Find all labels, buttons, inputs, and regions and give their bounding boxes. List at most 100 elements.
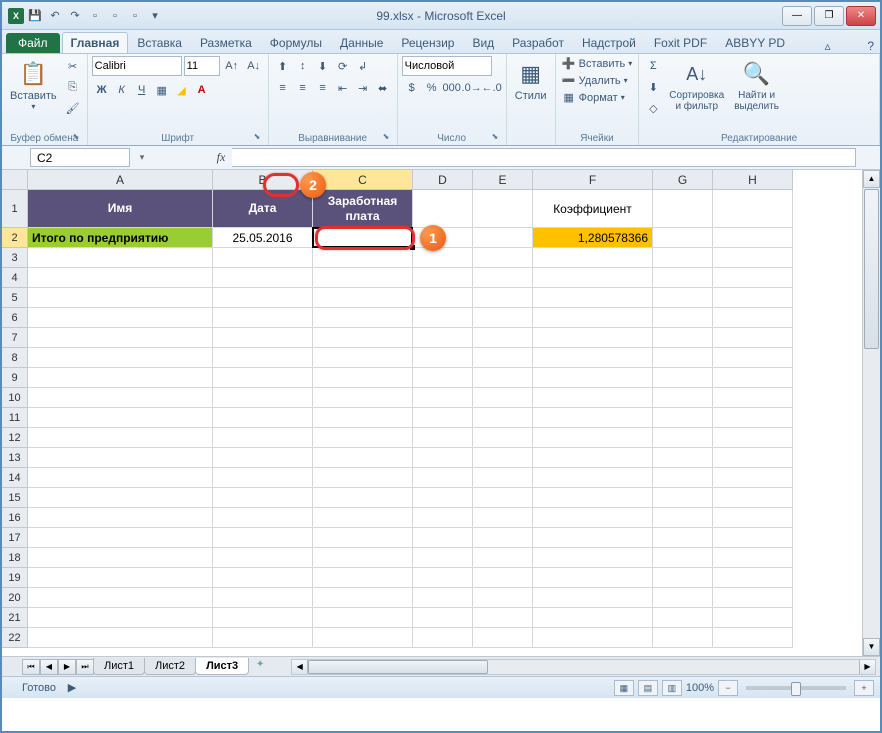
font-color-button[interactable]: A: [192, 80, 212, 100]
cell-H20[interactable]: [713, 588, 793, 608]
cell-A12[interactable]: [28, 428, 213, 448]
cell-D20[interactable]: [413, 588, 473, 608]
dialog-launcher[interactable]: ⬊: [73, 132, 85, 144]
row-header-2[interactable]: 2: [2, 228, 28, 248]
cell-E5[interactable]: [473, 288, 533, 308]
cell-C19[interactable]: [313, 568, 413, 588]
cell-B2[interactable]: 25.05.2016: [213, 228, 313, 248]
cell-H11[interactable]: [713, 408, 793, 428]
cell-D19[interactable]: [413, 568, 473, 588]
cell-D9[interactable]: [413, 368, 473, 388]
cell-D18[interactable]: [413, 548, 473, 568]
styles-button[interactable]: ▦ Стили: [511, 56, 551, 104]
autosum-button[interactable]: Σ: [643, 56, 663, 76]
view-page-layout-button[interactable]: ▤: [638, 680, 658, 696]
cell-H19[interactable]: [713, 568, 793, 588]
cell-B12[interactable]: [213, 428, 313, 448]
sheet-tab[interactable]: Лист1: [93, 658, 145, 675]
clear-button[interactable]: ◇: [643, 98, 663, 118]
cell-B19[interactable]: [213, 568, 313, 588]
cell-D12[interactable]: [413, 428, 473, 448]
sort-filter-button[interactable]: A↓ Сортировка и фильтр: [665, 56, 728, 114]
currency-button[interactable]: $: [402, 78, 422, 98]
cell-G21[interactable]: [653, 608, 713, 628]
cell-B13[interactable]: [213, 448, 313, 468]
cell-A11[interactable]: [28, 408, 213, 428]
column-header-E[interactable]: E: [473, 170, 533, 190]
cell-A2[interactable]: Итого по предприятию: [28, 228, 213, 248]
row-header-15[interactable]: 15: [2, 488, 28, 508]
cell-A16[interactable]: [28, 508, 213, 528]
cells-area[interactable]: ИмяДатаЗаработная платаКоэффициентИтого …: [28, 190, 862, 656]
cell-G11[interactable]: [653, 408, 713, 428]
cell-B1[interactable]: Дата: [213, 190, 313, 228]
insert-function-button[interactable]: fx: [210, 148, 232, 168]
row-header-10[interactable]: 10: [2, 388, 28, 408]
cell-C6[interactable]: [313, 308, 413, 328]
tab-view[interactable]: Вид: [463, 32, 503, 53]
cell-C1[interactable]: Заработная плата: [313, 190, 413, 228]
tab-abbyy[interactable]: ABBYY PD: [716, 32, 794, 53]
cell-H21[interactable]: [713, 608, 793, 628]
increase-decimal-button[interactable]: .0→: [462, 78, 482, 98]
cell-D5[interactable]: [413, 288, 473, 308]
copy-button[interactable]: ⎘: [63, 77, 83, 97]
row-header-1[interactable]: 1: [2, 190, 28, 228]
cell-D1[interactable]: [413, 190, 473, 228]
cell-C22[interactable]: [313, 628, 413, 648]
cell-A20[interactable]: [28, 588, 213, 608]
border-button[interactable]: ▦: [152, 80, 172, 100]
cell-A10[interactable]: [28, 388, 213, 408]
row-header-3[interactable]: 3: [2, 248, 28, 268]
cell-G22[interactable]: [653, 628, 713, 648]
cell-H16[interactable]: [713, 508, 793, 528]
cell-G18[interactable]: [653, 548, 713, 568]
name-box-dropdown[interactable]: ▾: [134, 152, 150, 163]
new-sheet-button[interactable]: ✦: [249, 659, 271, 675]
cut-button[interactable]: ✂: [63, 56, 83, 76]
cell-F19[interactable]: [533, 568, 653, 588]
tab-data[interactable]: Данные: [331, 32, 392, 53]
cell-C12[interactable]: [313, 428, 413, 448]
column-header-D[interactable]: D: [413, 170, 473, 190]
cell-H18[interactable]: [713, 548, 793, 568]
cell-G2[interactable]: [653, 228, 713, 248]
align-right-button[interactable]: ≡: [313, 78, 333, 98]
cell-E2[interactable]: [473, 228, 533, 248]
cell-D14[interactable]: [413, 468, 473, 488]
cell-D4[interactable]: [413, 268, 473, 288]
cell-F18[interactable]: [533, 548, 653, 568]
row-header-7[interactable]: 7: [2, 328, 28, 348]
align-top-button[interactable]: ⬆: [273, 56, 293, 76]
cell-D15[interactable]: [413, 488, 473, 508]
cell-B11[interactable]: [213, 408, 313, 428]
decrease-decimal-button[interactable]: ←.0: [482, 78, 502, 98]
underline-button[interactable]: Ч: [132, 80, 152, 100]
cell-F11[interactable]: [533, 408, 653, 428]
cell-C13[interactable]: [313, 448, 413, 468]
macro-record-icon[interactable]: ▶: [62, 678, 82, 698]
dialog-launcher[interactable]: ⬊: [383, 132, 395, 144]
formula-input[interactable]: [232, 148, 856, 167]
font-name-select[interactable]: [92, 56, 182, 76]
file-tab[interactable]: Файл: [6, 33, 60, 53]
cell-E13[interactable]: [473, 448, 533, 468]
tab-developer[interactable]: Разработ: [503, 32, 573, 53]
cell-H3[interactable]: [713, 248, 793, 268]
cell-H1[interactable]: [713, 190, 793, 228]
horizontal-scrollbar[interactable]: ◀ ▶: [291, 659, 876, 675]
cell-E18[interactable]: [473, 548, 533, 568]
cell-C2[interactable]: [313, 228, 413, 248]
cell-H22[interactable]: [713, 628, 793, 648]
decrease-indent-button[interactable]: ⇤: [333, 78, 353, 98]
cell-F8[interactable]: [533, 348, 653, 368]
cell-A3[interactable]: [28, 248, 213, 268]
align-center-button[interactable]: ≡: [293, 78, 313, 98]
cell-E3[interactable]: [473, 248, 533, 268]
cell-F20[interactable]: [533, 588, 653, 608]
align-left-button[interactable]: ≡: [273, 78, 293, 98]
increase-indent-button[interactable]: ⇥: [353, 78, 373, 98]
decrease-font-button[interactable]: A↓: [244, 56, 264, 76]
insert-cells-button[interactable]: ➕Вставить▾: [560, 56, 635, 71]
cell-A19[interactable]: [28, 568, 213, 588]
